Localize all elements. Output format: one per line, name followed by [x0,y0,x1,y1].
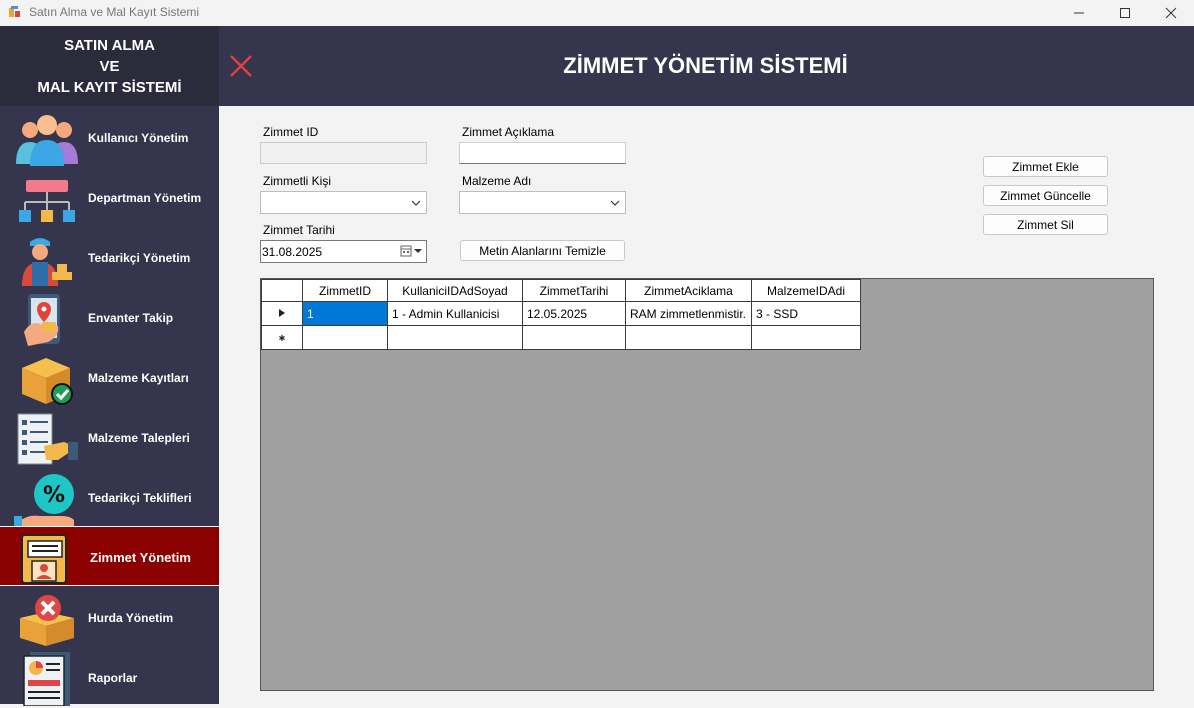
sidebar-item-raporlar[interactable]: Raporlar [0,648,219,708]
table-cell[interactable]: 1 - Admin Kullanicisi [387,301,523,326]
maximize-button[interactable] [1102,0,1148,26]
location-map-icon [24,294,60,346]
table-cell[interactable]: 3 - SSD [751,301,861,326]
chevron-down-icon [610,200,620,206]
close-icon [1165,7,1177,19]
new-row[interactable] [261,325,861,350]
delete-zimmet-button[interactable]: Zimmet Sil [983,214,1108,235]
calendar-dropdown-icon[interactable] [400,245,422,258]
table-cell[interactable] [625,325,752,350]
sidebar-item-label: Malzeme Kayıtları [88,371,189,385]
window-titlebar: Satın Alma ve Mal Kayıt Sistemi [0,0,1194,26]
app-icon [9,6,20,17]
row-pointer-icon [279,308,285,317]
window-title: Satın Alma ve Mal Kayıt Sistemi [29,5,200,19]
close-window-button[interactable] [1148,0,1194,26]
sidebar-item-hurda[interactable]: Hurda Yönetim [0,588,219,648]
aciklama-label: Zimmet Açıklama [462,125,555,139]
sidebar-item-label: Tedarikçi Yönetim [88,251,191,265]
svg-text:%: % [43,483,65,508]
sidebar-item-envanter[interactable]: Envanter Takip [0,288,219,348]
chevron-down-icon [411,200,421,206]
maximize-icon [1120,8,1130,18]
minimize-button[interactable] [1056,0,1102,26]
table-cell[interactable] [751,325,861,350]
update-zimmet-button[interactable]: Zimmet Güncelle [983,185,1108,206]
users-icon [16,115,78,166]
discount-hand-icon: % [14,474,74,526]
zimmet-table: ZimmetID KullaniciIDAdSoyad ZimmetTarihi… [261,279,861,350]
sidebar-item-label: Malzeme Talepleri [88,431,190,445]
sidebar: SATIN ALMA VE MAL KAYIT SİSTEMİ Kullanıc… [0,26,219,706]
table-cell[interactable] [302,325,388,350]
checklist-icon [17,413,78,465]
table-cell[interactable]: RAM zimmetlenmistir. [625,301,752,326]
column-header[interactable]: ZimmetTarihi [522,279,626,302]
sidebar-header: SATIN ALMA VE MAL KAYIT SİSTEMİ [0,26,219,106]
box-check-icon [22,358,73,405]
sidebar-header-line: MAL KAYIT SİSTEMİ [37,79,182,96]
sidebar-item-tedarikci[interactable]: Tedarikçi Yönetim [0,228,219,288]
add-zimmet-button[interactable]: Zimmet Ekle [983,156,1108,177]
column-header[interactable]: ZimmetID [302,279,388,302]
sidebar-item-label: Tedarikçi Teklifleri [88,491,192,505]
org-chart-icon [19,180,75,222]
table-cell[interactable]: 12.05.2025 [522,301,626,326]
zimmet-tarihi-label: Zimmet Tarihi [263,223,335,237]
sidebar-item-label: Hurda Yönetim [88,611,174,625]
sidebar-item-malzeme-kayitlari[interactable]: Malzeme Kayıtları [0,348,219,408]
column-header[interactable]: KullaniciIDAdSoyad [387,279,523,302]
sidebar-item-label: Kullanıcı Yönetim [88,131,189,145]
page-header: ZİMMET YÖNETİM SİSTEMİ [219,26,1194,106]
folder-profile-icon [21,534,67,584]
minimize-icon [1074,12,1084,14]
malzeme-adi-select[interactable] [459,191,626,214]
supplier-icon [22,238,72,286]
table-cell[interactable]: 1 [302,301,388,326]
new-row-indicator[interactable] [261,325,303,350]
box-reject-icon [20,595,74,646]
current-row-indicator[interactable] [261,301,303,326]
table-cell[interactable] [387,325,523,350]
sidebar-header-line: VE [99,58,120,75]
zimmet-id-label: Zimmet ID [263,125,319,139]
sidebar-header-line: SATIN ALMA [64,37,155,54]
zimmet-id-field[interactable] [260,142,427,164]
report-chart-icon [23,652,70,706]
table-cell[interactable] [522,325,626,350]
asterisk-icon [279,334,285,341]
zimmet-data-grid[interactable]: ZimmetID KullaniciIDAdSoyad ZimmetTarihi… [260,278,1154,691]
table-row[interactable]: 1 1 - Admin Kullanicisi 12.05.2025 RAM z… [261,301,861,326]
sidebar-item-label: Raporlar [88,671,138,685]
sidebar-item-label: Departman Yönetim [88,191,202,205]
zimmetli-kisi-select[interactable] [260,191,427,214]
aciklama-field[interactable] [459,142,626,164]
column-header[interactable]: ZimmetAciklama [625,279,752,302]
close-icon[interactable] [229,54,253,78]
row-header-corner[interactable] [261,279,303,302]
clear-fields-button[interactable]: Metin Alanlarını Temizle [460,240,625,261]
malzeme-adi-label: Malzeme Adı [462,174,532,188]
table-header-row: ZimmetID KullaniciIDAdSoyad ZimmetTarihi… [261,279,861,302]
sidebar-item-label: Zimmet Yönetim [90,549,191,565]
column-header[interactable]: MalzemeIDAdi [751,279,861,302]
page-title: ZİMMET YÖNETİM SİSTEMİ [563,53,848,78]
sidebar-item-kullanici[interactable]: Kullanıcı Yönetim [0,108,219,168]
zimmet-tarihi-picker[interactable]: 31.08.2025 [260,240,427,263]
zimmetli-kisi-label: Zimmetli Kişi [263,174,331,188]
sidebar-item-label: Envanter Takip [88,311,174,325]
sidebar-item-tedarikci-teklifleri[interactable]: % Tedarikçi Teklifleri [0,468,219,528]
sidebar-item-departman[interactable]: Departman Yönetim [0,168,219,228]
sidebar-item-malzeme-talepleri[interactable]: Malzeme Talepleri [0,408,219,468]
sidebar-item-zimmet[interactable]: Zimmet Yönetim [0,526,219,586]
zimmet-tarihi-value: 31.08.2025 [262,245,323,259]
